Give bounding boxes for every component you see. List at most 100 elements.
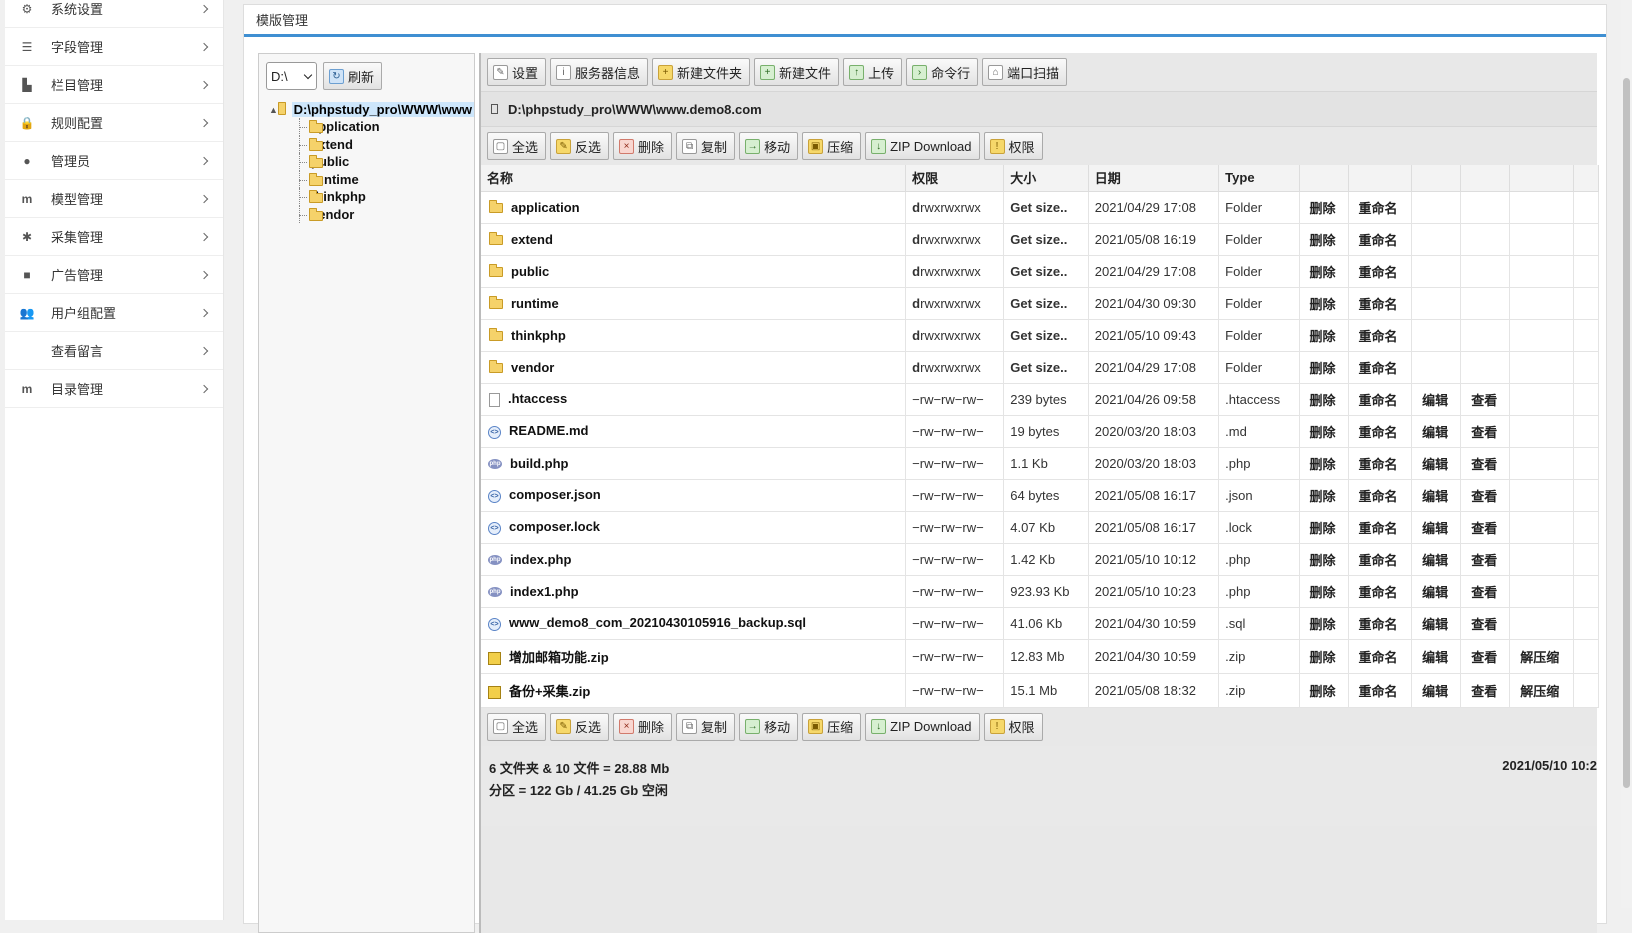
- edit-link[interactable]: 编辑: [1411, 639, 1462, 674]
- file-size[interactable]: Get size..: [1003, 191, 1089, 224]
- sidebar-item[interactable]: ▙ 栏目管理: [5, 66, 223, 104]
- file-name[interactable]: 增加邮箱功能.zip: [481, 639, 907, 674]
- column-header-size[interactable]: 大小: [1003, 165, 1089, 192]
- table-row[interactable]: <> composer.json −rw−rw−rw− 64 bytes 2021/05…: [481, 479, 1600, 512]
- rename-link[interactable]: 重命名: [1348, 575, 1413, 608]
- new-folder-button[interactable]: + 新建文件夹: [652, 58, 751, 86]
- rename-link[interactable]: 重命名: [1348, 447, 1413, 480]
- file-size[interactable]: Get size..: [1003, 351, 1089, 384]
- page-scrollbar[interactable]: [1621, 0, 1632, 908]
- file-name[interactable]: runtime: [481, 287, 907, 320]
- tree-node[interactable]: public: [269, 153, 474, 171]
- file-perm[interactable]: drwxrwxrwx: [905, 191, 1005, 224]
- file-name[interactable]: application: [481, 191, 907, 224]
- edit-link[interactable]: 编辑: [1411, 447, 1462, 480]
- rename-link[interactable]: 重命名: [1348, 479, 1413, 512]
- edit-link[interactable]: 编辑: [1411, 511, 1462, 544]
- permissions-button[interactable]: ! 权限: [983, 132, 1043, 160]
- table-row[interactable]: <> www_demo8_com_20210430105916_backup.sq…: [481, 607, 1600, 640]
- sidebar-item[interactable]: 🔒 规则配置: [5, 104, 223, 142]
- tree-node[interactable]: vendor: [269, 205, 474, 224]
- file-perm[interactable]: −rw−rw−rw−: [905, 607, 1005, 640]
- view-link[interactable]: 查看: [1460, 607, 1511, 640]
- column-header-type[interactable]: Type: [1218, 165, 1300, 192]
- table-row[interactable]: thinkphp drwxrwxrwx Get size.. 2021/05/10 0…: [481, 319, 1600, 352]
- table-row[interactable]: .htaccess −rw−rw−rw− 239 bytes 2021/04/26 0…: [481, 383, 1600, 416]
- scrollbar-thumb[interactable]: [1623, 78, 1630, 788]
- file-name[interactable]: thinkphp: [481, 319, 907, 352]
- file-size[interactable]: Get size..: [1003, 223, 1089, 256]
- copy-button[interactable]: ⧉ 复制: [676, 132, 736, 160]
- table-row[interactable]: application drwxrwxrwx Get size.. 2021/04/2…: [481, 191, 1600, 224]
- move-button[interactable]: → 移动: [739, 712, 799, 741]
- port-scan-button[interactable]: ⌂ 端口扫描: [982, 58, 1068, 86]
- delete-link[interactable]: 删除: [1299, 447, 1349, 480]
- sidebar-item[interactable]: ● 管理员: [5, 142, 223, 180]
- rename-link[interactable]: 重命名: [1348, 223, 1413, 256]
- file-perm[interactable]: −rw−rw−rw−: [905, 543, 1005, 576]
- sidebar-item[interactable]: m 目录管理: [5, 370, 223, 408]
- settings-button[interactable]: ✎ 设置: [487, 58, 547, 86]
- upload-button[interactable]: ↑ 上传: [843, 58, 903, 86]
- delete-button[interactable]: × 删除: [613, 712, 673, 741]
- view-link[interactable]: 查看: [1460, 383, 1511, 416]
- delete-link[interactable]: 删除: [1299, 223, 1349, 256]
- compress-button[interactable]: ▣ 压缩: [802, 132, 862, 160]
- permissions-button[interactable]: ! 权限: [983, 712, 1043, 741]
- sidebar-item[interactable]: ⚙ 系统设置: [5, 0, 223, 28]
- delete-link[interactable]: 删除: [1299, 415, 1349, 448]
- sidebar-item[interactable]: ✱ 采集管理: [5, 218, 223, 256]
- delete-button[interactable]: × 删除: [613, 132, 673, 160]
- file-perm[interactable]: −rw−rw−rw−: [905, 447, 1005, 480]
- column-header-name[interactable]: 名称: [481, 165, 907, 192]
- view-link[interactable]: 查看: [1460, 415, 1511, 448]
- tree-node[interactable]: application: [269, 118, 474, 136]
- tree-node[interactable]: extend: [269, 135, 474, 154]
- delete-link[interactable]: 删除: [1299, 607, 1349, 640]
- sidebar-item[interactable]: m 模型管理: [5, 180, 223, 218]
- edit-link[interactable]: 编辑: [1411, 575, 1462, 608]
- command-button[interactable]: › 命令行: [906, 58, 979, 86]
- delete-link[interactable]: 删除: [1299, 255, 1349, 288]
- delete-link[interactable]: 删除: [1299, 639, 1349, 674]
- file-perm[interactable]: −rw−rw−rw−: [905, 511, 1005, 544]
- sidebar-item[interactable]: ☰ 字段管理: [5, 28, 223, 66]
- compress-button[interactable]: ▣ 压缩: [802, 712, 862, 741]
- table-row[interactable]: runtime drwxrwxrwx Get size.. 2021/04/30 09…: [481, 287, 1600, 320]
- new-file-button[interactable]: + 新建文件: [754, 58, 840, 86]
- collapse-icon[interactable]: ▲: [269, 105, 278, 115]
- file-name[interactable]: extend: [481, 223, 907, 256]
- edit-link[interactable]: 编辑: [1411, 673, 1462, 708]
- rename-link[interactable]: 重命名: [1348, 673, 1413, 708]
- file-size[interactable]: Get size..: [1003, 319, 1089, 352]
- file-perm[interactable]: −rw−rw−rw−: [905, 639, 1005, 674]
- file-perm[interactable]: −rw−rw−rw−: [905, 673, 1005, 708]
- tree-root[interactable]: ▲ D:\phpstudy_pro\WWW\www: [269, 101, 474, 118]
- rename-link[interactable]: 重命名: [1348, 191, 1413, 224]
- rename-link[interactable]: 重命名: [1348, 415, 1413, 448]
- rename-link[interactable]: 重命名: [1348, 351, 1413, 384]
- file-name[interactable]: vendor: [481, 351, 907, 384]
- delete-link[interactable]: 删除: [1299, 673, 1349, 708]
- invert-selection-button[interactable]: ✎ 反选: [550, 132, 610, 160]
- file-name[interactable]: php index.php: [481, 543, 907, 576]
- table-row[interactable]: <> composer.lock −rw−rw−rw− 4.07 Kb 2021/05/…: [481, 511, 1600, 544]
- delete-link[interactable]: 删除: [1299, 511, 1349, 544]
- rename-link[interactable]: 重命名: [1348, 639, 1413, 674]
- delete-link[interactable]: 删除: [1299, 479, 1349, 512]
- column-header-date[interactable]: 日期: [1088, 165, 1220, 192]
- file-perm[interactable]: −rw−rw−rw−: [905, 415, 1005, 448]
- view-link[interactable]: 查看: [1460, 543, 1511, 576]
- rename-link[interactable]: 重命名: [1348, 511, 1413, 544]
- table-row[interactable]: php index.php −rw−rw−rw− 1.42 Kb 2021/05/10 …: [481, 543, 1600, 576]
- select-all-button[interactable]: ▢ 全选: [487, 712, 547, 741]
- delete-link[interactable]: 删除: [1299, 351, 1349, 384]
- edit-link[interactable]: 编辑: [1411, 543, 1462, 576]
- copy-button[interactable]: ⧉ 复制: [676, 712, 736, 741]
- rename-link[interactable]: 重命名: [1348, 255, 1413, 288]
- file-perm[interactable]: drwxrwxrwx: [905, 351, 1005, 384]
- view-link[interactable]: 查看: [1460, 673, 1511, 708]
- delete-link[interactable]: 删除: [1299, 543, 1349, 576]
- select-all-button[interactable]: ▢ 全选: [487, 132, 547, 160]
- move-button[interactable]: → 移动: [739, 132, 799, 160]
